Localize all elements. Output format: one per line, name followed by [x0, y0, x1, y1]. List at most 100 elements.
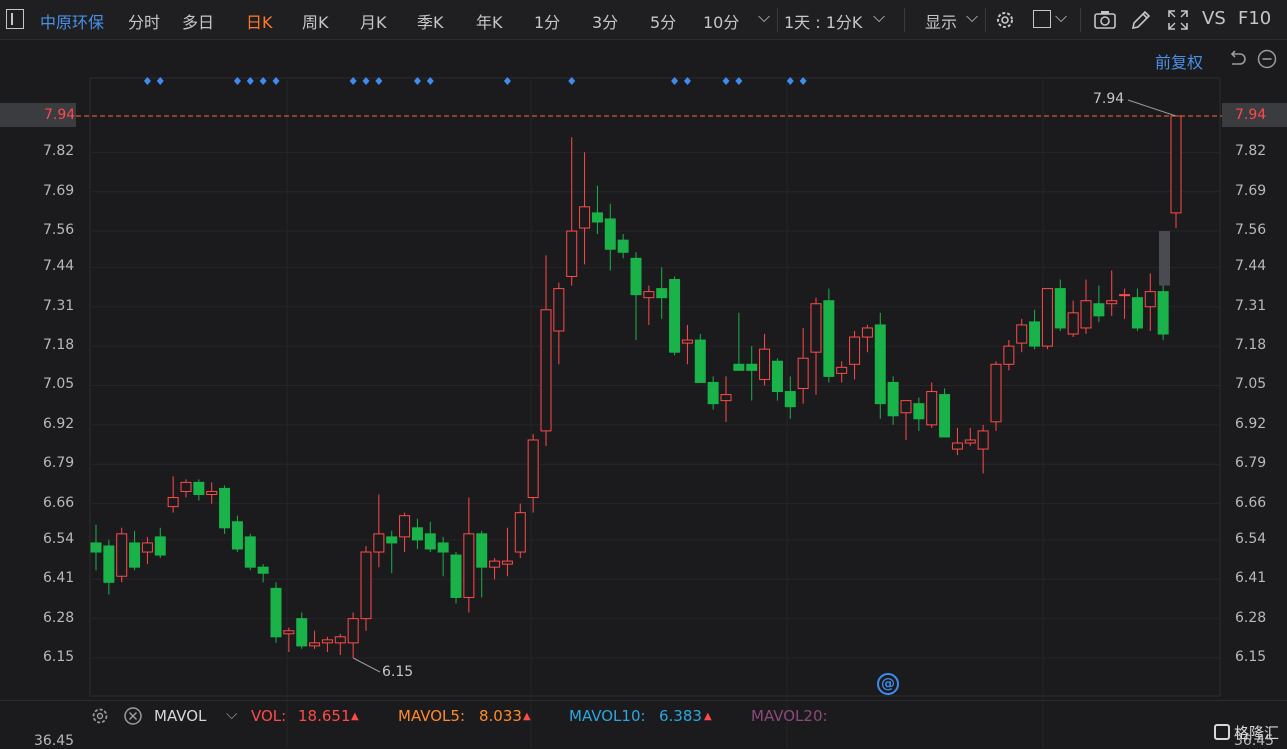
event-marker-diamond-icon[interactable] — [722, 77, 730, 85]
candle-body-up — [334, 636, 346, 644]
left-axis-tick: 7.44 — [43, 258, 75, 275]
candle — [437, 536, 449, 577]
vol-value: 18.651 — [298, 707, 351, 725]
candle — [977, 424, 989, 474]
current-price-left-tag: 7.94 — [0, 103, 76, 127]
tab-5min[interactable]: 5分 — [650, 9, 676, 33]
event-marker-diamond-icon[interactable] — [156, 77, 164, 85]
candle-body-down — [617, 239, 629, 253]
period-select[interactable]: 1天 : 1分K — [784, 9, 862, 33]
candle-body-up — [501, 560, 513, 565]
candle-body-up — [116, 533, 128, 577]
volume-indicator-bar: MAVOL ⌵ VOL: 18.651 ▲ MAVOL5: 8.033 ▲ MA… — [0, 700, 1287, 731]
event-marker-diamond-icon[interactable] — [426, 77, 434, 85]
event-marker-diamond-icon[interactable] — [413, 77, 421, 85]
candle-body-up — [861, 327, 873, 338]
candle-body-up — [990, 363, 1002, 423]
candle — [219, 485, 231, 534]
candle — [231, 515, 243, 553]
candle — [1144, 273, 1156, 331]
tab-monthly-k[interactable]: 月K — [360, 9, 387, 33]
candle — [257, 564, 269, 583]
candle-body-down — [1029, 321, 1041, 347]
event-marker-diamond-icon[interactable] — [349, 77, 357, 85]
event-marker-diamond-icon[interactable] — [671, 77, 679, 85]
candle — [1054, 279, 1066, 331]
candle-body-up — [283, 630, 295, 635]
tab-3min[interactable]: 3分 — [592, 9, 618, 33]
candle-body-down — [874, 324, 886, 405]
candle — [180, 479, 192, 498]
high-price-annotation: 7.94 — [1093, 91, 1125, 107]
display-chevron-icon[interactable]: ⌵ — [966, 7, 978, 27]
left-axis-tick: 7.05 — [43, 376, 75, 393]
candle — [759, 334, 771, 386]
tab-multiday[interactable]: 多日 — [182, 9, 214, 33]
event-marker-diamond-icon[interactable] — [786, 77, 794, 85]
candle-body-down — [90, 542, 102, 553]
tab-daily-k[interactable]: 日K — [246, 9, 273, 33]
vol-up-arrow-icon: ▲ — [351, 711, 359, 722]
at-mention-icon[interactable]: @ — [877, 673, 899, 695]
event-marker-diamond-icon[interactable] — [259, 77, 267, 85]
camera-screenshot-icon[interactable] — [1093, 8, 1117, 32]
sidebar-toggle-icon[interactable] — [6, 9, 24, 29]
candle — [656, 267, 668, 319]
candle — [630, 252, 642, 341]
stock-name[interactable]: 中原环保 — [40, 9, 104, 33]
settings-gear-icon[interactable] — [993, 8, 1017, 32]
candle — [784, 376, 796, 419]
collapse-minus-icon[interactable] — [1256, 48, 1278, 70]
indicator-settings-gear-icon[interactable] — [90, 706, 110, 726]
tab-intraday[interactable]: 分时 — [128, 9, 160, 33]
candle-body-up — [141, 542, 153, 553]
tab-weekly-k[interactable]: 周K — [302, 9, 329, 33]
event-marker-diamond-icon[interactable] — [233, 77, 241, 85]
event-marker-diamond-icon[interactable] — [375, 77, 383, 85]
mavol5-value: 8.033 — [479, 707, 522, 725]
event-marker-diamond-icon[interactable] — [272, 77, 280, 85]
event-marker-diamond-icon[interactable] — [683, 77, 691, 85]
indicator-chevron-icon[interactable]: ⌵ — [226, 705, 237, 723]
event-marker-diamond-icon[interactable] — [568, 77, 576, 85]
toolbar-divider — [1080, 8, 1081, 32]
display-menu[interactable]: 显示 — [925, 9, 957, 33]
event-marker-diamond-icon[interactable] — [246, 77, 254, 85]
chart-frame — [89, 77, 1221, 697]
more-periods-chevron-icon[interactable]: ⌵ — [758, 7, 770, 27]
event-marker-diamond-icon[interactable] — [362, 77, 370, 85]
candle-body-down — [103, 545, 115, 583]
tab-1min[interactable]: 1分 — [534, 9, 560, 33]
tab-yearly-k[interactable]: 年K — [476, 9, 503, 33]
candle-body-up — [1106, 300, 1118, 305]
event-marker-diamond-icon[interactable] — [799, 77, 807, 85]
event-marker-diamond-icon[interactable] — [503, 77, 511, 85]
candle — [321, 636, 333, 652]
candle — [849, 330, 861, 380]
candle — [206, 482, 218, 504]
pencil-draw-icon[interactable] — [1129, 8, 1153, 32]
candle-body-up — [309, 642, 321, 647]
indicator-close-icon[interactable] — [123, 706, 143, 726]
mavol10-up-arrow-icon: ▲ — [704, 711, 712, 722]
candlestick-chart[interactable] — [0, 0, 1287, 747]
mavol5-up-arrow-icon: ▲ — [523, 711, 531, 722]
event-marker-diamond-icon[interactable] — [735, 77, 743, 85]
candle-body-up — [373, 533, 385, 553]
period-select-chevron-icon[interactable]: ⌵ — [873, 7, 885, 27]
candle — [386, 530, 398, 574]
layout-chevron-icon[interactable]: ⌵ — [1055, 7, 1067, 27]
event-marker-diamond-icon[interactable] — [143, 77, 151, 85]
indicator-name[interactable]: MAVOL — [154, 707, 206, 725]
layout-square-icon[interactable] — [1033, 10, 1051, 28]
tab-quarterly-k[interactable]: 季K — [417, 9, 444, 33]
price-adjust-toggle[interactable]: 前复权 — [1155, 49, 1203, 73]
candle — [720, 376, 732, 422]
vs-compare-button[interactable]: VS — [1202, 8, 1226, 29]
undo-icon[interactable] — [1226, 48, 1248, 70]
tab-10min[interactable]: 10分 — [703, 9, 739, 33]
candle-body-up — [321, 639, 333, 644]
candle-body-down — [669, 279, 681, 353]
f10-button[interactable]: F10 — [1238, 8, 1271, 29]
fullscreen-expand-icon[interactable] — [1166, 8, 1190, 32]
